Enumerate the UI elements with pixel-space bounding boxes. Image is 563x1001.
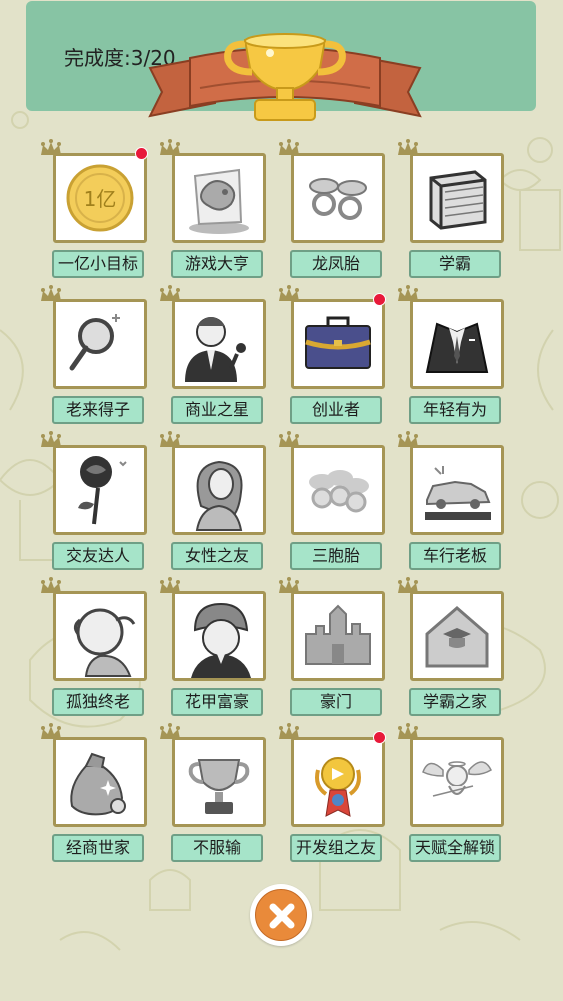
- achievement-frame: [291, 737, 385, 827]
- achievement-card[interactable]: 豪门: [277, 577, 397, 716]
- achievement-label: 孤独终老: [52, 688, 144, 716]
- achievement-label: 创业者: [290, 396, 382, 424]
- achievement-card[interactable]: 三胞胎: [277, 431, 397, 570]
- achievement-label: 游戏大亨: [171, 250, 263, 278]
- achievement-frame: [172, 591, 266, 681]
- close-button[interactable]: [250, 884, 312, 946]
- achievement-frame: [53, 299, 147, 389]
- achievement-card[interactable]: 天赋全解锁: [396, 723, 516, 862]
- achievement-frame: [410, 445, 504, 535]
- achievement-card[interactable]: 游戏大亨: [158, 139, 278, 278]
- achievement-frame: 1亿: [53, 153, 147, 243]
- magnifier-icon: [69, 314, 120, 371]
- scholar-house-icon: [425, 606, 489, 668]
- achievement-label: 学霸之家: [409, 688, 501, 716]
- achievement-frame: [172, 153, 266, 243]
- achievement-frame: [172, 737, 266, 827]
- car-icon: [425, 466, 491, 520]
- speaker-man-icon: [185, 317, 246, 382]
- achievement-frame: [291, 299, 385, 389]
- achievement-card[interactable]: 1亿一亿小目标: [39, 139, 159, 278]
- new-badge-dot: [373, 293, 386, 306]
- achievement-frame: [53, 445, 147, 535]
- achievement-card[interactable]: 不服输: [158, 723, 278, 862]
- achievement-label: 天赋全解锁: [409, 834, 501, 862]
- achievement-label: 商业之星: [171, 396, 263, 424]
- achievement-label: 年轻有为: [409, 396, 501, 424]
- money-bag-icon: [70, 752, 126, 816]
- suit-icon: [425, 322, 489, 373]
- medal-icon: [315, 757, 361, 817]
- trophy-cup-icon: [188, 759, 250, 814]
- woman-icon: [195, 460, 243, 531]
- close-icon: [269, 903, 295, 929]
- achievement-frame: [291, 445, 385, 535]
- svg-text:1亿: 1亿: [84, 187, 117, 211]
- achievement-card[interactable]: 年轻有为: [396, 285, 516, 424]
- achievement-label: 交友达人: [52, 542, 144, 570]
- coin-icon: 1亿: [66, 164, 134, 232]
- achievement-frame: [291, 153, 385, 243]
- castle-icon: [305, 604, 371, 665]
- achievement-label: 豪门: [290, 688, 382, 716]
- achievement-label: 车行老板: [409, 542, 501, 570]
- gamepad-icon: [189, 168, 249, 234]
- achievement-frame: [410, 737, 504, 827]
- achievement-label: 一亿小目标: [52, 250, 144, 278]
- achievement-label: 老来得子: [52, 396, 144, 424]
- achievement-label: 经商世家: [52, 834, 144, 862]
- achievement-frame: [53, 591, 147, 681]
- achievement-card[interactable]: 经商世家: [39, 723, 159, 862]
- achievement-label: 龙凤胎: [290, 250, 382, 278]
- book-icon: [429, 170, 487, 230]
- achievement-label: 女性之友: [171, 542, 263, 570]
- achievement-card[interactable]: 孤独终老: [39, 577, 159, 716]
- achievement-frame: [172, 299, 266, 389]
- achievement-card[interactable]: 商业之星: [158, 285, 278, 424]
- achievement-label: 三胞胎: [290, 542, 382, 570]
- achievement-card[interactable]: 女性之友: [158, 431, 278, 570]
- new-badge-dot: [373, 731, 386, 744]
- achievement-label: 学霸: [409, 250, 501, 278]
- achievement-card[interactable]: 龙凤胎: [277, 139, 397, 278]
- achievement-frame: [410, 591, 504, 681]
- achievement-grid: 1亿一亿小目标 游戏大亨 龙凤胎 学霸老来得子 商业之星 创业者 年轻有为交友达人 女性之友三…: [0, 0, 563, 1001]
- cupid-icon: [422, 761, 492, 797]
- achievement-card[interactable]: 学霸: [396, 139, 516, 278]
- rich-old-man-icon: [191, 602, 251, 678]
- achievement-label: 开发组之友: [290, 834, 382, 862]
- achievement-card[interactable]: 交友达人: [39, 431, 159, 570]
- briefcase-icon: [305, 316, 371, 369]
- new-badge-dot: [135, 147, 148, 160]
- achievement-label: 不服输: [171, 834, 263, 862]
- achievement-card[interactable]: 老来得子: [39, 285, 159, 424]
- achievement-frame: [291, 591, 385, 681]
- achievement-card[interactable]: 开发组之友: [277, 723, 397, 862]
- rose-icon: [78, 456, 127, 525]
- achievement-frame: [410, 153, 504, 243]
- twin-pacifiers-icon: [309, 178, 367, 220]
- achievement-frame: [410, 299, 504, 389]
- old-man-icon: [73, 608, 136, 677]
- achievement-frame: [53, 737, 147, 827]
- achievement-frame: [172, 445, 266, 535]
- achievement-card[interactable]: 创业者: [277, 285, 397, 424]
- achievement-card[interactable]: 花甲富豪: [158, 577, 278, 716]
- achievement-label: 花甲富豪: [171, 688, 263, 716]
- achievement-card[interactable]: 车行老板: [396, 431, 516, 570]
- achievement-card[interactable]: 学霸之家: [396, 577, 516, 716]
- triple-pacifiers-icon: [309, 470, 369, 513]
